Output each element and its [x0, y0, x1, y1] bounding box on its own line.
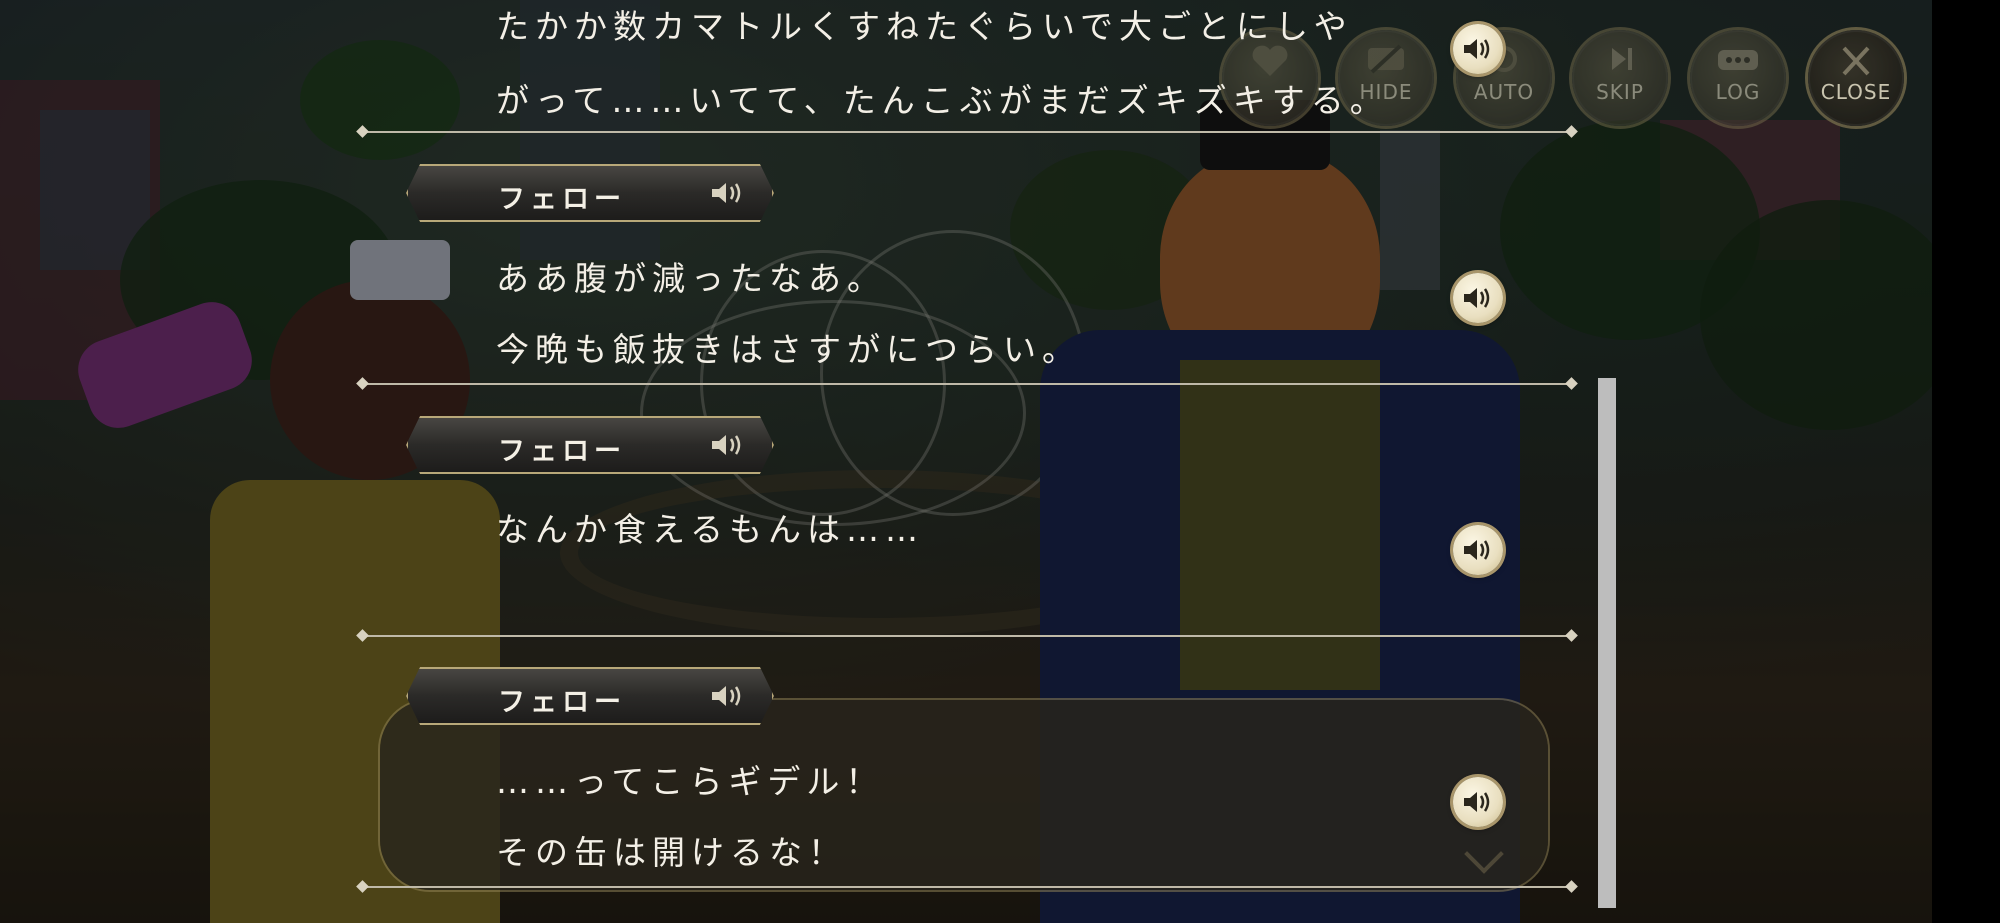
skip-label: SKIP	[1596, 80, 1644, 104]
entry-divider	[362, 886, 1572, 888]
close-label: CLOSE	[1820, 80, 1892, 104]
close-icon	[1808, 44, 1904, 80]
entry-divider	[362, 131, 1572, 133]
log-line: ……ってこらギデル！	[496, 762, 885, 801]
voice-replay-button[interactable]	[1453, 525, 1503, 575]
entry-divider	[362, 383, 1572, 385]
speaker-icon	[710, 179, 748, 207]
log-line: たかか数カマトルくすねたぐらいで大ごとにしや	[496, 7, 1353, 46]
log-line: ああ腹が減ったなあ。	[496, 259, 886, 298]
speaker-namebar: フェロー	[406, 667, 774, 725]
speaker-name: フェロー	[498, 436, 626, 467]
auto-label: AUTO	[1473, 80, 1535, 104]
speaker-name: フェロー	[498, 687, 626, 718]
skip-button[interactable]: SKIP	[1572, 30, 1668, 126]
log-scrollbar[interactable]	[1598, 378, 1616, 908]
skip-icon	[1572, 44, 1668, 74]
heart-icon	[1222, 44, 1318, 78]
log-line: 今晩も飯抜きはさすがにつらい。	[496, 330, 1081, 369]
speaker-icon	[710, 431, 748, 459]
speaker-namebar: フェロー	[406, 164, 774, 222]
log-line: なんか食えるもんは……	[496, 510, 925, 549]
entry-divider	[362, 635, 1572, 637]
log-label: LOG	[1715, 80, 1761, 104]
speaker-icon	[710, 682, 748, 710]
voice-replay-button[interactable]	[1453, 273, 1503, 323]
speaker-icon	[1464, 540, 1490, 560]
log-icon	[1690, 44, 1786, 74]
voice-replay-button[interactable]	[1453, 777, 1503, 827]
hide-icon	[1338, 44, 1434, 74]
voice-replay-button[interactable]	[1453, 24, 1503, 74]
close-button[interactable]: CLOSE	[1808, 30, 1904, 126]
log-line: その缶は開けるな！	[496, 833, 847, 872]
speaker-icon	[1464, 288, 1490, 308]
speaker-name: フェロー	[498, 184, 626, 215]
speaker-icon	[1464, 792, 1490, 812]
speaker-icon	[1464, 39, 1490, 59]
speaker-namebar: フェロー	[406, 416, 774, 474]
log-line: がって……いてて、たんこぶがまだズキズキする。	[496, 81, 1389, 120]
log-button[interactable]: LOG	[1690, 30, 1786, 126]
